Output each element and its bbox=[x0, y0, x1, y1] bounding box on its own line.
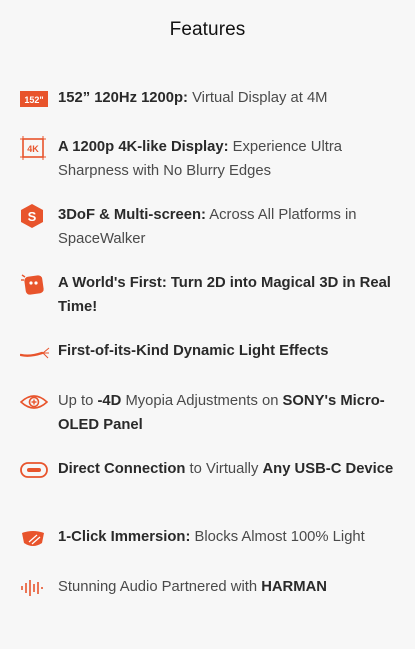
immersion-shade-icon bbox=[20, 525, 50, 551]
feature-text: Stunning Audio Partnered with HARMAN bbox=[58, 575, 398, 599]
feature-text-bold: 3DoF & Multi-screen: bbox=[58, 207, 206, 223]
4k-display-icon: 4K bbox=[20, 135, 50, 161]
svg-text:4K: 4K bbox=[27, 144, 39, 154]
feature-text-bold: Direct Connection bbox=[58, 461, 186, 477]
feature-text-bold: A 1200p 4K-like Display: bbox=[58, 139, 229, 155]
feature-text-bold: -4D bbox=[97, 393, 122, 409]
spacewalker-s-icon: S bbox=[20, 203, 50, 229]
152-inch-display-icon: 152" bbox=[20, 86, 50, 112]
feature-text-regular: to Virtually bbox=[185, 461, 263, 477]
feature-item: 4K A 1200p 4K-like Display: Experience Ul… bbox=[20, 135, 400, 183]
feature-item: Direct Connection to Virtually Any USB-C… bbox=[20, 457, 400, 483]
section-title: Features bbox=[169, 19, 246, 40]
feature-item: First-of-its-Kind Dynamic Light Effects bbox=[20, 339, 400, 365]
feature-item: Stunning Audio Partnered with HARMAN bbox=[20, 575, 400, 601]
feature-text-regular: Blocks Almost 100% Light bbox=[190, 529, 365, 545]
feature-item: Up to -4D Myopia Adjustments on SONY's M… bbox=[20, 389, 400, 437]
feature-text-regular: Stunning Audio Partnered with bbox=[58, 579, 262, 595]
svg-text:152": 152" bbox=[24, 95, 43, 105]
2d-to-3d-icon bbox=[20, 271, 50, 297]
feature-text-bold: 152” 120Hz 1200p: bbox=[58, 90, 188, 106]
feature-text-bold: A World's First: Turn 2D into Magical 3D… bbox=[58, 275, 391, 315]
feature-text-bold: 1-Click Immersion: bbox=[58, 529, 191, 545]
feature-text: First-of-its-Kind Dynamic Light Effects bbox=[58, 339, 398, 363]
feature-item: A World's First: Turn 2D into Magical 3D… bbox=[20, 271, 400, 319]
feature-item: 152" 152” 120Hz 1200p: Virtual Display at… bbox=[20, 86, 400, 112]
audio-waveform-icon bbox=[20, 575, 50, 601]
feature-text-regular: Myopia Adjustments on bbox=[121, 393, 283, 409]
light-effects-icon bbox=[20, 339, 50, 365]
feature-text: A World's First: Turn 2D into Magical 3D… bbox=[58, 271, 398, 319]
feature-text: Direct Connection to Virtually Any USB-C… bbox=[58, 457, 398, 481]
feature-text-bold: HARMAN bbox=[261, 579, 327, 595]
feature-text-regular: Up to bbox=[58, 393, 98, 409]
eye-myopia-icon bbox=[20, 389, 50, 415]
feature-text: 152” 120Hz 1200p: Virtual Display at 4M bbox=[58, 86, 398, 110]
feature-text: 3DoF & Multi-screen: Across All Platform… bbox=[58, 203, 398, 251]
feature-text-bold: First-of-its-Kind Dynamic Light Effects bbox=[58, 343, 329, 359]
feature-item: S 3DoF & Multi-screen: Across All Platfor… bbox=[20, 203, 400, 251]
svg-text:S: S bbox=[28, 209, 37, 224]
feature-item: 1-Click Immersion: Blocks Almost 100% Li… bbox=[20, 525, 400, 551]
feature-text: Up to -4D Myopia Adjustments on SONY's M… bbox=[58, 389, 398, 437]
feature-text: A 1200p 4K-like Display: Experience Ultr… bbox=[58, 135, 398, 183]
feature-text: 1-Click Immersion: Blocks Almost 100% Li… bbox=[58, 525, 398, 549]
feature-text-bold: Any USB-C Device bbox=[262, 461, 394, 477]
usb-c-icon bbox=[20, 457, 50, 483]
feature-text-regular: Virtual Display at 4M bbox=[187, 90, 328, 106]
